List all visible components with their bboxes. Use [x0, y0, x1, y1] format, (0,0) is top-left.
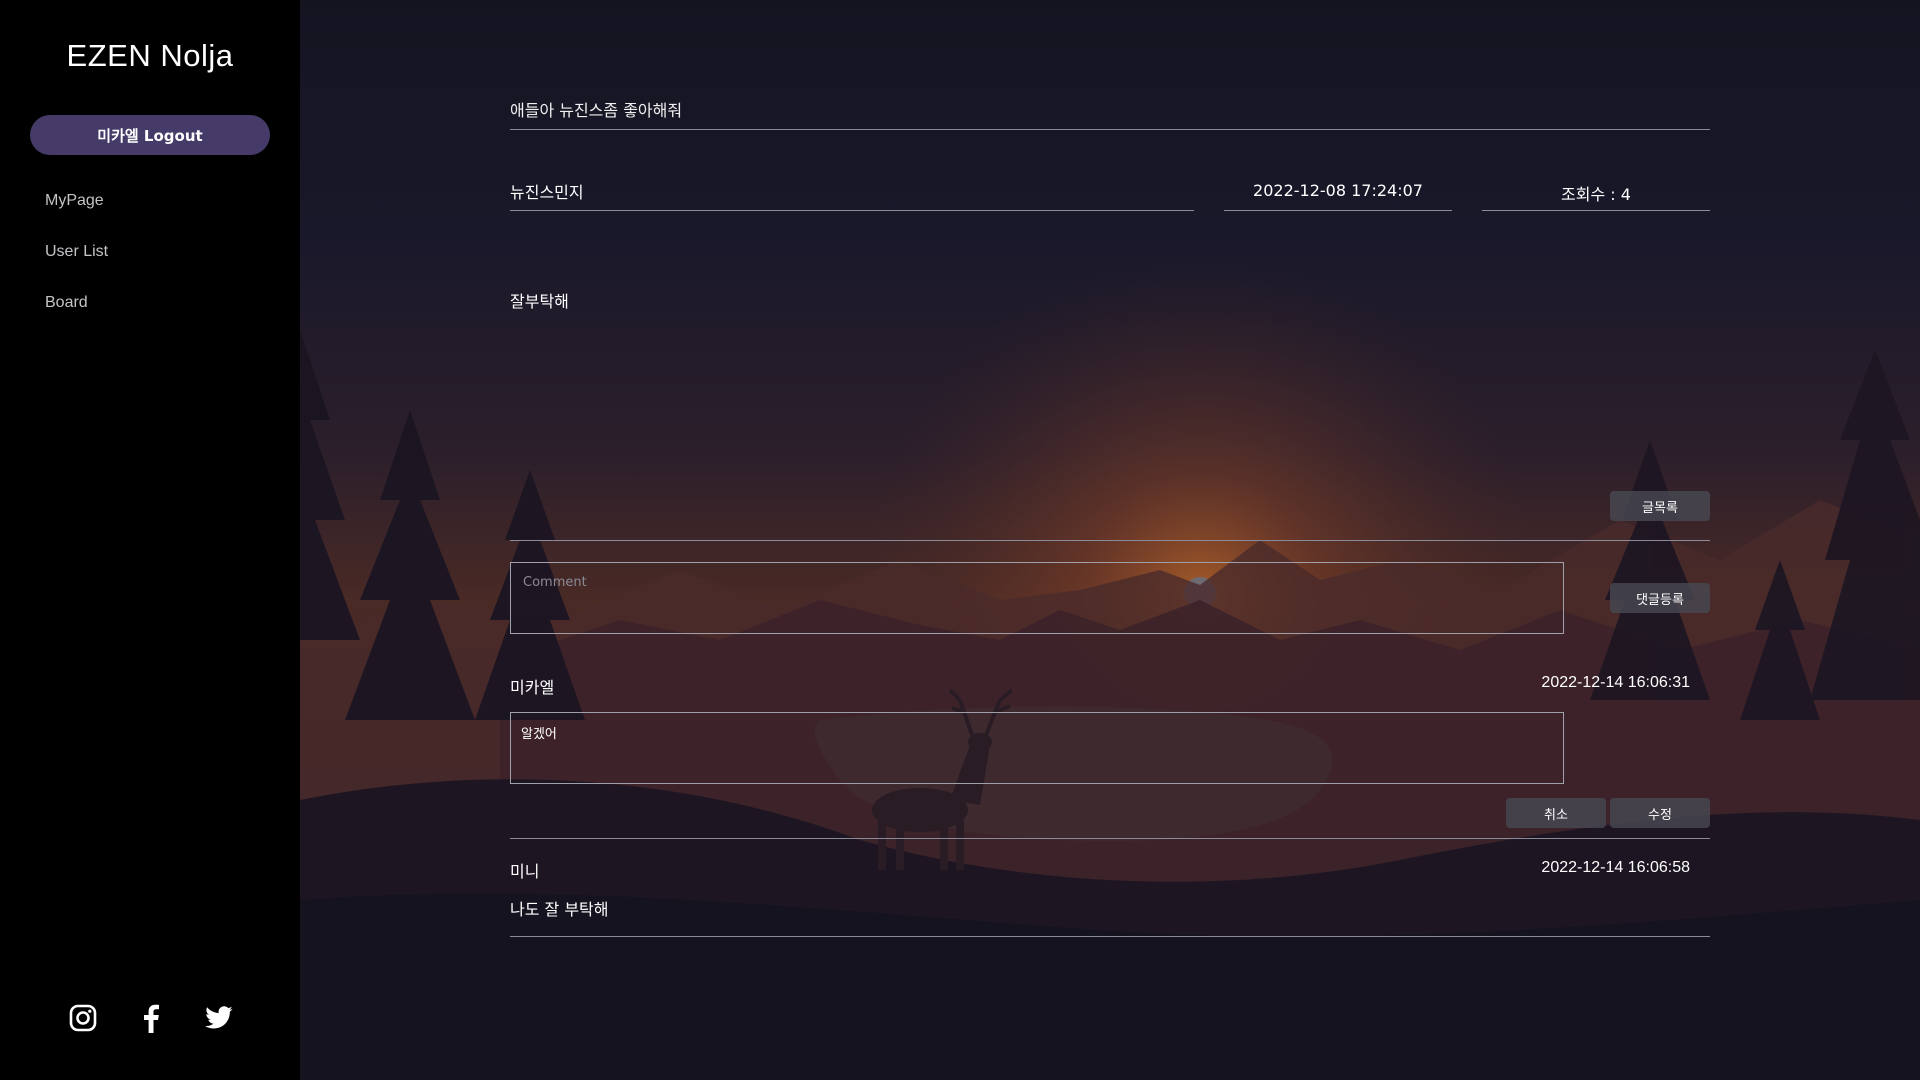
instagram-icon[interactable]: [68, 1003, 98, 1033]
divider: [510, 210, 1194, 211]
brand-logo[interactable]: EZEN Nolja: [0, 38, 300, 74]
divider: [1224, 210, 1452, 211]
sidebar-item-user-list[interactable]: User List: [45, 241, 108, 292]
social-links: [68, 1003, 234, 1033]
twitter-icon[interactable]: [204, 1003, 234, 1033]
list-button[interactable]: 글목록: [1610, 491, 1710, 521]
divider: [510, 129, 1710, 130]
sidebar-nav: MyPage User List Board: [45, 190, 108, 343]
logout-button[interactable]: 미카엘 Logout: [30, 115, 270, 155]
comment-text: 나도 잘 부탁해: [510, 900, 609, 919]
post-author: 뉴진스민지: [510, 183, 584, 202]
comment-input-box: [510, 562, 1564, 634]
divider: [510, 838, 1710, 839]
post-title: 애들아 뉴진스좀 좋아해줘: [510, 101, 683, 120]
submit-comment-button[interactable]: 댓글등록: [1610, 583, 1710, 613]
edit-button[interactable]: 수정: [1610, 798, 1710, 828]
comment-edit-input[interactable]: 알겠어: [521, 723, 1553, 773]
comment-input[interactable]: [521, 573, 1553, 623]
sidebar: EZEN Nolja 미카엘 Logout MyPage User List B…: [0, 0, 300, 1080]
comment-author: 미니: [510, 862, 540, 881]
divider: [1482, 210, 1710, 211]
comment-edit-box: 알겠어: [510, 712, 1564, 784]
divider: [510, 936, 1710, 937]
sidebar-item-mypage[interactable]: MyPage: [45, 190, 108, 241]
sidebar-item-board[interactable]: Board: [45, 292, 108, 343]
divider: [510, 540, 1710, 541]
comment-date: 2022-12-14 16:06:58: [1541, 859, 1690, 876]
comment-author: 미카엘: [510, 678, 555, 697]
comment-date: 2022-12-14 16:06:31: [1541, 674, 1690, 691]
facebook-icon[interactable]: [136, 1003, 166, 1033]
post-views: 조회수 : 4: [1561, 185, 1631, 204]
post-date: 2022-12-08 17:24:07: [1253, 181, 1423, 200]
cancel-button[interactable]: 취소: [1506, 798, 1606, 828]
post-content: 잘부탁해: [510, 292, 569, 311]
